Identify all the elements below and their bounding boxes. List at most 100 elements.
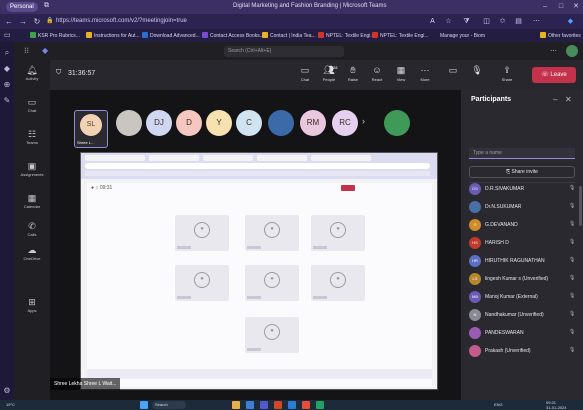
raise-hand-button[interactable]: ✋︎ Raise (342, 64, 364, 88)
participant-avatar[interactable]: D (176, 110, 202, 136)
minimize-icon[interactable]: – (540, 2, 550, 12)
chrome-icon[interactable] (302, 401, 310, 409)
participant-row[interactable]: HR HIRUTHIK RAGUNATHAN 🎙︎ (469, 254, 579, 270)
participant-video[interactable] (268, 110, 294, 136)
more-options-icon[interactable]: ⋯ (550, 47, 557, 55)
start-icon[interactable] (140, 401, 148, 409)
participant-row[interactable]: MB Manoj Kumar (External) 🎙︎ (469, 290, 579, 306)
participant-search-input[interactable]: Type a name (469, 148, 575, 159)
weather-widget[interactable]: 19°C (6, 402, 15, 407)
minimize-panel-icon[interactable]: – (553, 95, 557, 104)
read-aloud-icon[interactable]: A (428, 17, 437, 26)
people-count-badge: 28 (333, 65, 338, 70)
bookmark-item[interactable]: Download Advanced... (142, 32, 200, 40)
react-button[interactable]: ☺ React (366, 64, 388, 88)
participant-avatar[interactable]: RC (332, 110, 358, 136)
leave-button[interactable]: ☏ Leave (532, 67, 576, 83)
rail-item-calendar[interactable]: ▦ Calendar (14, 192, 50, 218)
bookmark-item[interactable]: KSR Pro Rubrics... (30, 32, 80, 40)
share-invite-label: Share invite (511, 169, 538, 175)
bookmark-item[interactable]: Contact | India Tea... (262, 32, 316, 40)
tab-actions-icon[interactable]: ⧉ (44, 2, 49, 10)
my-video-tile[interactable]: SL Shree L... (74, 110, 108, 148)
avatar[interactable] (566, 45, 578, 57)
participant-row[interactable]: LS lingesh Kumar s (Unverified) 🎙︎ (469, 272, 579, 288)
rail-item-calls[interactable]: ✆ Calls (14, 220, 50, 246)
shared-timer: ● ○ 09:31 (91, 185, 113, 191)
copilot-icon[interactable]: ◆ (566, 17, 575, 26)
language-indicator[interactable]: ENG (494, 402, 503, 407)
participant-row[interactable]: PANDESWARAN 🎙︎ (469, 326, 579, 342)
participant-row[interactable]: N Nandhakumar (Unverified) 🎙︎ (469, 308, 579, 324)
share-invite-button[interactable]: ⎘ Share invite (469, 166, 575, 178)
url-field[interactable]: https://teams.microsoft.com/v2/?meetingj… (56, 16, 306, 27)
bookmark-item[interactable]: Manage your - Biom (440, 32, 485, 40)
participant-avatar[interactable]: Y (206, 110, 232, 136)
word-icon[interactable] (288, 401, 296, 409)
more-button[interactable]: ⋯ More (414, 64, 436, 88)
shared-tile: ● (245, 317, 299, 353)
back-icon[interactable]: ← (4, 16, 14, 27)
bookmark-item[interactable]: Contact Access Books... (202, 32, 264, 40)
rail-item-onedrive[interactable]: ☁ OneDrive (14, 244, 50, 270)
shopping-icon[interactable]: ⊕ (2, 80, 12, 90)
participant-row[interactable]: HS HARISH D 🎙︎ (469, 236, 579, 252)
participant-row[interactable]: Dr.N.SUKUMAR 🎙︎ (469, 200, 579, 216)
refresh-icon[interactable]: ↻ (32, 16, 42, 27)
taskbar-search[interactable]: Search (152, 401, 186, 409)
tab-title[interactable]: Digital Marketing and Fashion Branding |… (233, 3, 387, 9)
shared-tile: ● (311, 215, 365, 251)
favorite-star-icon[interactable]: ☆ (444, 17, 453, 26)
scrollbar[interactable] (579, 186, 582, 226)
share-button[interactable]: ⇪ Share (496, 64, 518, 88)
participant-video[interactable] (116, 110, 142, 136)
split-screen-icon[interactable]: ◫ (482, 17, 491, 26)
rail-item-assignments[interactable]: ▣ Assignments (14, 160, 50, 186)
close-icon[interactable]: ✕ (565, 95, 572, 104)
participant-row[interactable]: G G.DEVANAND 🎙︎ (469, 218, 579, 234)
participant-avatar[interactable]: RM (300, 110, 326, 136)
profile-button[interactable]: Personal (6, 2, 38, 12)
participant-avatar[interactable]: C (236, 110, 262, 136)
mic-button[interactable]: 🎙︎ (466, 64, 488, 88)
edge-icon[interactable] (246, 401, 254, 409)
app-launcher-icon[interactable]: ⁝⁝ (24, 46, 29, 55)
excel-icon[interactable] (316, 401, 324, 409)
rail-item-chat[interactable]: ▭ Chat (14, 96, 50, 122)
chevron-right-icon[interactable]: › (362, 116, 365, 126)
extensions-icon[interactable]: ⧩ (462, 17, 471, 26)
chat-button[interactable]: ▭ Chat (294, 64, 316, 88)
close-icon[interactable]: ✕ (571, 2, 581, 12)
participant-row[interactable]: Prakash (Unverified) 🎙︎ (469, 344, 579, 360)
search-input[interactable]: Search (Ctrl+Alt+E) (224, 46, 344, 57)
forward-icon[interactable]: → (18, 16, 28, 27)
share-icon: ⇪ (503, 65, 511, 75)
avatar: G (469, 219, 481, 231)
camera-button[interactable]: ▭ (442, 64, 464, 88)
bookmark-item[interactable]: NPTEL: Textile Engi... (372, 32, 429, 40)
participant-video[interactable] (384, 110, 410, 136)
view-button[interactable]: ▦ View (390, 64, 412, 88)
sidebar-settings-icon[interactable]: ⚙ (2, 386, 12, 396)
rail-item-apps[interactable]: ⊞ Apps (14, 296, 50, 322)
maximize-icon[interactable]: □ (556, 2, 566, 12)
teams-icon[interactable] (260, 401, 268, 409)
powerpoint-icon[interactable] (274, 401, 282, 409)
bookmark-item[interactable]: NPTEL: Textile Engi... (318, 32, 375, 40)
copilot-sidebar-icon[interactable]: ◆ (2, 64, 12, 74)
mic-off-icon: 🎙︎ (569, 329, 576, 335)
rail-item-activity[interactable]: 🔔︎ Activity (14, 64, 50, 90)
clock[interactable]: 09:31 31-01-2024 (546, 400, 566, 410)
participant-row[interactable]: DS D.R.SIVAKUMAR 🎙︎ (469, 182, 579, 198)
file-explorer-icon[interactable] (232, 401, 240, 409)
settings-more-icon[interactable]: ⋯ (532, 17, 541, 26)
search-icon[interactable]: ⌕ (2, 48, 12, 58)
rail-item-teams[interactable]: ☷ Teams (14, 128, 50, 154)
tools-icon[interactable]: ✎ (2, 96, 12, 106)
favorites-icon[interactable]: ✩ (498, 17, 507, 26)
sidebar-toggle-icon[interactable]: ▭ (4, 31, 11, 39)
collections-icon[interactable]: ▤ (514, 17, 523, 26)
bookmark-item[interactable]: Other favorites (540, 32, 581, 40)
bookmark-item[interactable]: Instructions for Aut... (86, 32, 140, 40)
participant-avatar[interactable]: DJ (146, 110, 172, 136)
